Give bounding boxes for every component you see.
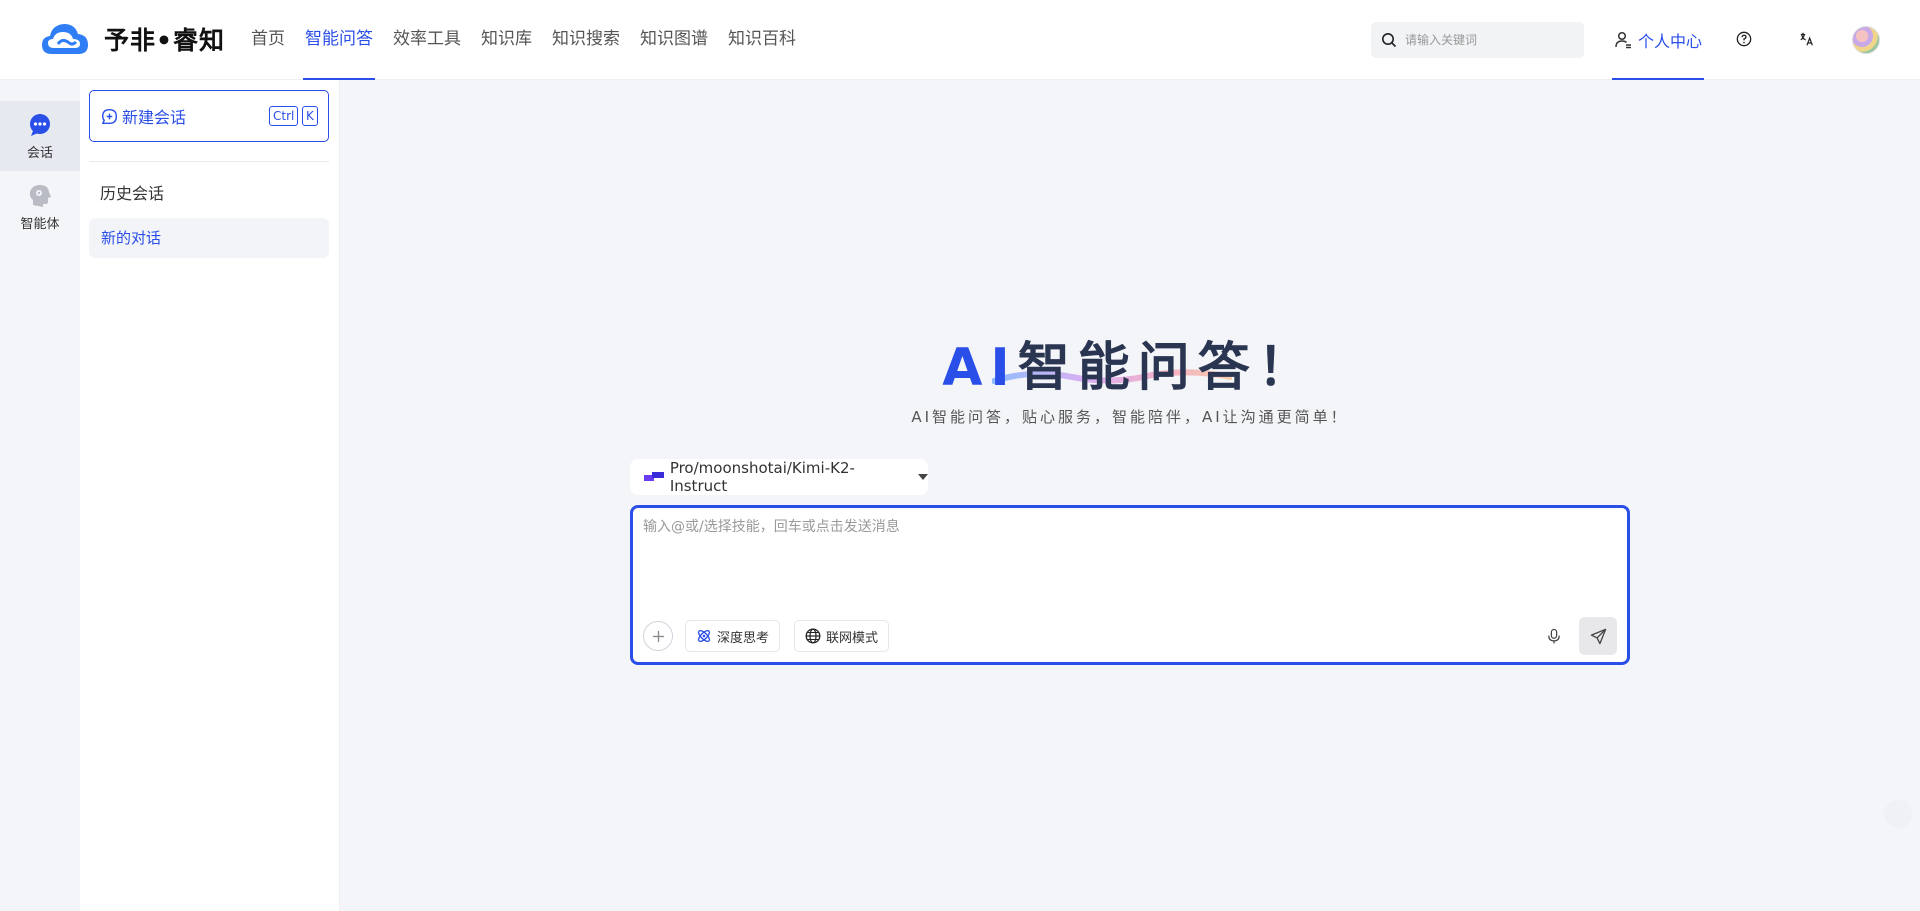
rail-item-chat[interactable]: 会话 xyxy=(0,101,80,171)
main-nav: 首页 智能问答 效率工具 知识库 知识搜索 知识图谱 知识百科 xyxy=(241,0,806,80)
top-header: 予非•睿知 首页 智能问答 效率工具 知识库 知识搜索 知识图谱 知识百科 个人… xyxy=(0,0,1920,80)
user-center-link[interactable]: 个人中心 xyxy=(1612,0,1705,80)
microphone-icon xyxy=(1548,628,1560,643)
rail-item-agent[interactable]: 智能体 xyxy=(0,172,80,242)
shortcut-key-k: K xyxy=(302,106,318,126)
conversation-panel: 新建会话 Ctrl K 历史会话 新的对话 xyxy=(80,80,340,911)
send-button[interactable] xyxy=(1579,617,1617,655)
microphone-button[interactable] xyxy=(1541,623,1567,649)
history-item[interactable]: 新的对话 xyxy=(89,218,329,258)
user-icon xyxy=(1615,31,1631,49)
nav-item-knowledge-base[interactable]: 知识库 xyxy=(471,0,542,80)
send-icon xyxy=(1590,628,1606,644)
message-composer: 深度思考 联网模式 xyxy=(630,505,1630,665)
search-icon[interactable] xyxy=(1381,32,1397,48)
nav-item-knowledge-wiki[interactable]: 知识百科 xyxy=(718,0,806,80)
new-chat-icon xyxy=(101,108,118,124)
chat-bubble-icon xyxy=(30,113,50,136)
history-title: 历史会话 xyxy=(100,184,165,203)
hero-title-rest: 智能问答！ xyxy=(1017,338,1318,398)
floating-assistant-button[interactable] xyxy=(1884,800,1912,828)
header-search xyxy=(1371,22,1584,58)
brand-name: 予非•睿知 xyxy=(104,26,225,55)
attach-button[interactable] xyxy=(643,621,673,651)
agent-head-icon xyxy=(29,184,51,207)
hero: AI智能问答！ AI智能问答，贴心服务，智能陪伴，AI让沟通更简单！ xyxy=(340,325,1920,427)
hero-title: AI智能问答！ xyxy=(942,325,1318,400)
help-icon[interactable] xyxy=(1734,29,1754,49)
cloud-logo-icon xyxy=(42,24,88,54)
search-input[interactable] xyxy=(1405,33,1575,47)
deep-think-toggle[interactable]: 深度思考 xyxy=(685,620,781,652)
translate-icon[interactable] xyxy=(1797,29,1817,49)
nav-item-knowledge-search[interactable]: 知识搜索 xyxy=(542,0,630,80)
user-center-label: 个人中心 xyxy=(1638,32,1703,51)
message-input[interactable] xyxy=(643,516,1613,596)
nav-item-home[interactable]: 首页 xyxy=(241,0,295,80)
rail-item-label: 会话 xyxy=(26,145,53,161)
caret-down-icon xyxy=(918,474,928,480)
model-name: Pro/moonshotai/Kimi-K2-Instruct xyxy=(669,459,855,495)
nav-item-knowledge-graph[interactable]: 知识图谱 xyxy=(630,0,718,80)
nav-item-smart-qa[interactable]: 智能问答 xyxy=(295,0,383,80)
left-rail: 会话 智能体 xyxy=(0,80,80,911)
web-mode-label: 联网模式 xyxy=(826,630,879,646)
atom-icon xyxy=(697,629,711,643)
nav-item-efficiency-tools[interactable]: 效率工具 xyxy=(383,0,471,80)
hero-subtitle: AI智能问答，贴心服务，智能陪伴，AI让沟通更简单！ xyxy=(911,408,1349,426)
brand-logo[interactable]: 予非•睿知 xyxy=(40,20,225,58)
hero-title-ai: AI xyxy=(942,338,1018,398)
deep-think-label: 深度思考 xyxy=(717,630,770,646)
web-mode-toggle[interactable]: 联网模式 xyxy=(794,620,890,652)
plus-icon xyxy=(652,630,664,642)
panel-divider xyxy=(89,161,329,162)
new-chat-label: 新建会话 xyxy=(122,108,187,127)
globe-icon xyxy=(805,628,821,644)
new-chat-button[interactable]: 新建会话 Ctrl K xyxy=(89,90,329,142)
rail-item-label: 智能体 xyxy=(20,216,60,232)
avatar[interactable] xyxy=(1852,26,1880,54)
model-select[interactable]: Pro/moonshotai/Kimi-K2-Instruct xyxy=(630,459,928,495)
shortcut-key-ctrl: Ctrl xyxy=(269,106,299,126)
model-logo-icon xyxy=(644,471,664,483)
